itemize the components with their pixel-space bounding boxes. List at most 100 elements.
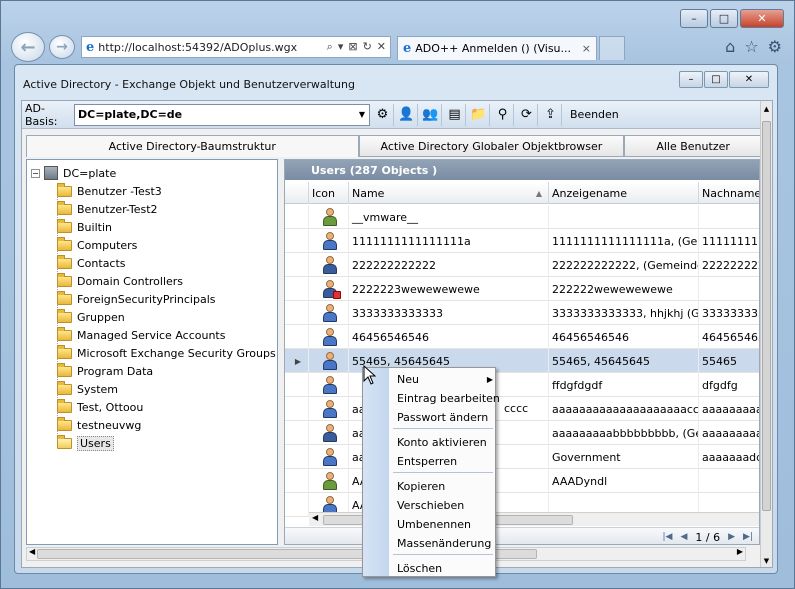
forward-button[interactable]: → xyxy=(49,35,75,59)
tree-item[interactable]: Domain Controllers xyxy=(57,272,183,290)
gear-icon[interactable]: ⚙ xyxy=(768,37,782,56)
export-icon[interactable]: ⇪ xyxy=(540,103,562,126)
cell-anzeigename: ffdgfdgdf xyxy=(549,373,699,397)
refresh-icon[interactable]: ↻ xyxy=(363,40,372,54)
menu-item[interactable]: Passwort ändern xyxy=(397,408,493,426)
cell-nachname: aaaaaaaaaa xyxy=(699,397,759,421)
table-row[interactable]: ffdgfdgdf dfgdfg xyxy=(285,373,759,397)
address-bar[interactable]: e http://localhost:54392/ADOplus.wgx ⌕ ▾… xyxy=(81,36,391,58)
cell-nachname: 3333333333 xyxy=(699,301,759,325)
cell-name: 222222222222 xyxy=(349,253,549,277)
column-anzeigename[interactable]: Anzeigename xyxy=(549,182,699,204)
vertical-scroll-thumb[interactable] xyxy=(762,121,771,511)
scroll-down-icon[interactable]: ▼ xyxy=(761,557,772,565)
column-icon[interactable]: Icon xyxy=(309,182,349,204)
users-icon[interactable]: 👥 xyxy=(420,103,442,126)
table-row[interactable]: __vmware__ xyxy=(285,205,759,229)
tree-item[interactable]: Users xyxy=(57,434,114,452)
tree-item[interactable]: Builtin xyxy=(57,218,112,236)
scroll-up-icon[interactable]: ▲ xyxy=(761,105,772,113)
tree-item-label: Benutzer-Test2 xyxy=(77,202,158,216)
star-icon[interactable]: ☆ xyxy=(744,37,758,56)
user-icon[interactable]: 👤 xyxy=(396,103,418,126)
contact-card-icon[interactable]: ▤ xyxy=(444,103,466,126)
app-maximize-button[interactable]: □ xyxy=(704,71,728,88)
dropdown-icon[interactable]: ▾ xyxy=(338,40,344,54)
app-close-button[interactable]: ✕ xyxy=(729,71,769,88)
folder-icon xyxy=(57,290,72,305)
last-page-icon[interactable]: ▶| xyxy=(743,532,753,542)
scroll-left-icon[interactable]: ◀ xyxy=(29,547,35,556)
users-grid: Users (287 Objects ) Icon Name ▲ Anzeige… xyxy=(284,159,760,545)
ad-basis-select[interactable]: DC=plate,DC=de ▼ xyxy=(74,103,370,126)
tree-root[interactable]: − DC=plate xyxy=(31,164,116,182)
minimize-button[interactable]: – xyxy=(680,9,708,28)
cell-name: 1111111111111111a xyxy=(349,229,549,253)
column-name[interactable]: Name ▲ xyxy=(349,182,549,204)
table-row[interactable]: aaaaaaaaaaabbbbbbbbb, (Gemaaaaaaaaaa xyxy=(285,421,759,445)
tab-global-browser[interactable]: Active Directory Globaler Objektbrowser xyxy=(358,135,625,157)
collapse-icon[interactable]: − xyxy=(31,168,40,178)
table-row[interactable]: ▶ 55465, 45645645 55465, 45645645 55465 xyxy=(285,349,759,373)
new-tab-button[interactable] xyxy=(599,36,625,60)
tab-all-users[interactable]: Alle Benutzer xyxy=(624,135,762,157)
table-row[interactable]: 46456546546464565465464645654654 xyxy=(285,325,759,349)
table-row[interactable]: 33333333333333333333333333, hhjkhj (Geme… xyxy=(285,301,759,325)
menu-item[interactable]: Umbenennen xyxy=(397,515,493,533)
menu-item-label: Eintrag bearbeiten xyxy=(397,391,500,405)
tree-item[interactable]: Benutzer -Test3 xyxy=(57,182,162,200)
column-nachname[interactable]: Nachname xyxy=(699,182,759,204)
ad-tree[interactable]: − DC=plate Benutzer -Test3 Benutzer-Test2… xyxy=(26,159,278,545)
menu-item[interactable]: Massenänderung xyxy=(397,534,493,552)
tab-tree[interactable]: Active Directory-Baumstruktur xyxy=(26,135,359,157)
tree-item[interactable]: System xyxy=(57,380,118,398)
url-text[interactable]: http://localhost:54392/ADOplus.wgx xyxy=(98,41,326,54)
tree-item[interactable]: Contacts xyxy=(57,254,126,272)
menu-item[interactable]: Eintrag bearbeiten xyxy=(397,389,500,407)
table-row[interactable]: 2222223wewewewewe 222222wewewewewe xyxy=(285,277,759,301)
binoculars-icon[interactable]: ⚲ xyxy=(492,103,514,126)
close-button[interactable]: ✕ xyxy=(740,9,784,28)
first-page-icon[interactable]: |◀ xyxy=(663,532,673,542)
exit-button[interactable]: Beenden xyxy=(570,108,619,121)
table-row[interactable]: 1111111111111111a1111111111111111a, (Gem… xyxy=(285,229,759,253)
tree-item[interactable]: testneuvwg xyxy=(57,416,141,434)
menu-item[interactable]: Entsperren xyxy=(397,452,493,470)
next-page-icon[interactable]: ▶ xyxy=(728,532,735,542)
menu-item[interactable]: Kopieren xyxy=(397,477,493,495)
menu-item[interactable]: Verschieben xyxy=(397,496,493,514)
tree-config-icon[interactable]: ⚙ xyxy=(372,103,394,126)
tree-item[interactable]: Gruppen xyxy=(57,308,125,326)
tree-item[interactable]: ForeignSecurityPrincipals xyxy=(57,290,216,308)
stop-icon[interactable]: ✕ xyxy=(377,40,386,54)
chevron-down-icon[interactable]: ▼ xyxy=(355,110,369,119)
prev-page-icon[interactable]: ◀ xyxy=(680,532,687,542)
folder-icon[interactable]: 📁 xyxy=(468,103,490,126)
table-row[interactable]: aa Government aaaaaaadd xyxy=(285,445,759,469)
tree-item[interactable]: Test, Ottoou xyxy=(57,398,143,416)
maximize-button[interactable]: □ xyxy=(710,9,738,28)
scroll-left-icon[interactable]: ◀ xyxy=(312,513,318,522)
cell-nachname: aaaaaaadd xyxy=(699,445,759,469)
tree-item[interactable]: Managed Service Accounts xyxy=(57,326,225,344)
menu-item[interactable]: Löschen xyxy=(397,559,493,577)
refresh-icon[interactable]: ⟳ xyxy=(516,103,538,126)
tree-item[interactable]: Benutzer-Test2 xyxy=(57,200,158,218)
vertical-scrollbar[interactable]: ▲ ▼ xyxy=(760,101,772,567)
tree-item[interactable]: Microsoft Exchange Security Groups xyxy=(57,344,276,362)
app-minimize-button[interactable]: – xyxy=(679,71,703,88)
row-indicator xyxy=(285,205,309,229)
table-row[interactable]: 222222222222222222222222, (Gemeinde Bl22… xyxy=(285,253,759,277)
search-icon[interactable]: ⌕ xyxy=(327,40,333,54)
tree-item[interactable]: Program Data xyxy=(57,362,153,380)
menu-item[interactable]: Konto aktivieren xyxy=(397,433,493,451)
tree-item[interactable]: Computers xyxy=(57,236,137,254)
scroll-right-icon[interactable]: ▶ xyxy=(737,547,743,556)
back-button[interactable]: ← xyxy=(11,32,45,62)
table-row[interactable]: AAAAAADyndl xyxy=(285,469,759,493)
browser-tab[interactable]: e ADO++ Anmelden () (Visu... × xyxy=(397,36,597,60)
menu-item[interactable]: Neu ▶ xyxy=(397,370,493,388)
tab-close-icon[interactable]: × xyxy=(577,42,596,55)
home-icon[interactable]: ⌂ xyxy=(725,37,735,56)
compat-view-icon[interactable]: ⊠ xyxy=(348,40,357,54)
